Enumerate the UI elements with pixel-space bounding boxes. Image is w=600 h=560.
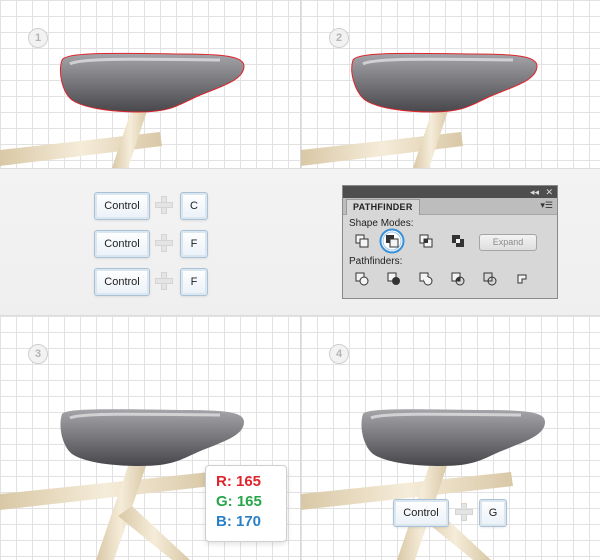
plus-icon <box>155 234 173 252</box>
bike-seat-illustration <box>301 52 538 168</box>
blue-value: B: 170 <box>216 513 262 530</box>
panel-tab-bar: PATHFINDER ▾☰ <box>343 198 557 215</box>
control-key: Control <box>94 268 150 296</box>
red-value: R: 165 <box>216 473 262 490</box>
expand-button[interactable]: Expand <box>479 234 537 251</box>
g-key: G <box>479 499 507 527</box>
outline-icon[interactable] <box>483 272 497 286</box>
exclude-icon[interactable] <box>451 234 465 248</box>
pathfinders-label: Pathfinders: <box>349 256 403 267</box>
color-values-tooltip: R: 165 G: 165 B: 170 <box>205 465 287 542</box>
plus-icon <box>155 196 173 214</box>
minus-front-icon[interactable] <box>379 228 405 254</box>
pathfinder-panel: ◂◂ ✕ PATHFINDER ▾☰ Shape Modes: Expand P… <box>342 185 558 299</box>
tab-pathfinder[interactable]: PATHFINDER <box>346 199 420 215</box>
f-key: F <box>180 230 208 258</box>
seat-shape <box>60 409 244 466</box>
plus-icon <box>455 503 473 521</box>
intersect-icon[interactable] <box>419 234 433 248</box>
panel-menu-icon[interactable]: ▾☰ <box>540 200 553 211</box>
plus-icon <box>155 272 173 290</box>
step-badge: 2 <box>329 28 349 48</box>
crop-icon[interactable] <box>451 272 465 286</box>
green-value: G: 165 <box>216 493 262 510</box>
control-key: Control <box>94 230 150 258</box>
trim-icon[interactable] <box>387 272 401 286</box>
merge-icon[interactable] <box>419 272 433 286</box>
bike-seat-illustration <box>0 52 245 168</box>
control-key: Control <box>94 192 150 220</box>
step-2-canvas: 2 <box>300 0 600 168</box>
step-badge: 4 <box>329 344 349 364</box>
control-key: Control <box>393 499 449 527</box>
step-4-canvas: 4 <box>300 316 600 560</box>
divide-icon[interactable] <box>355 272 369 286</box>
panel-title-bar[interactable]: ◂◂ ✕ <box>343 186 557 198</box>
unite-icon[interactable] <box>355 234 369 248</box>
chain-stay <box>118 506 190 560</box>
collapse-icon[interactable]: ◂◂ <box>530 186 539 198</box>
seat-shape <box>361 409 545 466</box>
step-badge: 3 <box>28 344 48 364</box>
seat-shape <box>59 52 245 113</box>
c-key: C <box>180 192 208 220</box>
step-1-canvas: 1 <box>0 0 300 168</box>
step-badge: 1 <box>28 28 48 48</box>
minus-back-icon[interactable] <box>515 272 529 286</box>
close-icon[interactable]: ✕ <box>545 186 553 198</box>
top-tube <box>0 472 212 510</box>
f-key: F <box>180 268 208 296</box>
